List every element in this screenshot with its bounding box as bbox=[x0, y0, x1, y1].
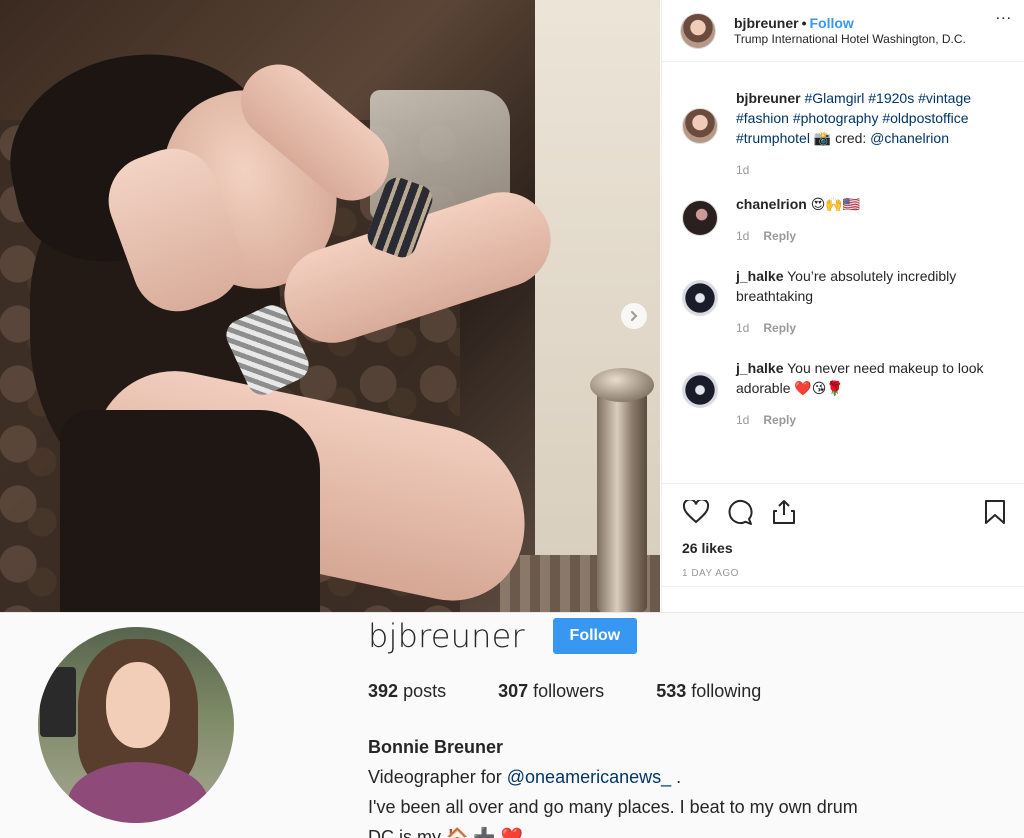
avatar-background-object bbox=[40, 667, 76, 737]
caption-username[interactable]: bjbreuner bbox=[736, 90, 801, 106]
posts-count: 392 bbox=[368, 681, 399, 701]
profile-full-name: Bonnie Breuner bbox=[368, 737, 504, 757]
bio-suffix: . bbox=[671, 767, 682, 787]
comment-time[interactable]: 1d bbox=[736, 229, 749, 243]
reply-button[interactable]: Reply bbox=[763, 413, 796, 427]
comment-time[interactable]: 1d bbox=[736, 321, 749, 335]
comment-username[interactable]: j_halke bbox=[736, 268, 783, 284]
avatar[interactable] bbox=[682, 372, 718, 408]
comment-icon[interactable] bbox=[726, 498, 754, 526]
followers-count: 307 bbox=[498, 681, 529, 701]
following-label: following bbox=[691, 681, 762, 701]
bio-line: DC is my 🏠 ➕ ❤️ bbox=[368, 827, 524, 838]
post-photo[interactable] bbox=[0, 0, 660, 612]
avatar[interactable] bbox=[682, 108, 718, 144]
likes-count[interactable]: 26 likes bbox=[682, 540, 1009, 556]
caption-meta: 1d bbox=[736, 160, 1008, 180]
followers-stat[interactable]: 307 followers bbox=[498, 681, 604, 702]
profile-bio: Bonnie Breuner Videographer for @oneamer… bbox=[368, 732, 858, 838]
bio-line: Videographer for @oneamericanews_ . bbox=[368, 762, 858, 792]
carousel-next-button[interactable] bbox=[621, 303, 647, 329]
comments-list: bjbreuner #Glamgirl #1920s #vintage #fas… bbox=[662, 62, 1024, 430]
comment-meta: 1d Reply bbox=[736, 226, 860, 246]
comment-text: chanelrion 😍🙌🇺🇸 bbox=[736, 194, 860, 214]
camera-emoji: 📸 bbox=[813, 130, 832, 146]
caption-text: bjbreuner #Glamgirl #1920s #vintage #fas… bbox=[736, 88, 1008, 148]
post-location[interactable]: Trump International Hotel Washington, D.… bbox=[734, 32, 966, 48]
post-header-text: bjbreuner • Follow Trump International Hot… bbox=[734, 14, 966, 48]
bio-mention-link[interactable]: @oneamericanews_ bbox=[507, 767, 671, 787]
action-row bbox=[682, 496, 1009, 528]
comment-meta: 1d Reply bbox=[736, 410, 1008, 430]
comment-item: j_halke You’re absolutely incredibly bre… bbox=[682, 266, 1008, 338]
photo-rail-cap bbox=[590, 368, 654, 402]
profile-info: bjbreuner Follow 392 posts 307 followers… bbox=[368, 613, 858, 838]
profile-username: bjbreuner bbox=[368, 617, 525, 655]
share-icon[interactable] bbox=[770, 498, 798, 526]
avatar[interactable] bbox=[682, 280, 718, 316]
comment-text: j_halke You never need makeup to look ad… bbox=[736, 358, 1008, 398]
post-actions: 26 likes 1 DAY AGO bbox=[662, 483, 1024, 579]
comment-time[interactable]: 1d bbox=[736, 413, 749, 427]
heart-icon[interactable] bbox=[682, 498, 710, 526]
comment-input-area[interactable] bbox=[662, 586, 1024, 612]
comment-meta: 1d Reply bbox=[736, 318, 1008, 338]
following-stat[interactable]: 533 following bbox=[656, 681, 761, 702]
more-dots-icon[interactable]: ... bbox=[996, 6, 1012, 24]
header-separator: • bbox=[801, 14, 807, 31]
reply-button[interactable]: Reply bbox=[763, 321, 796, 335]
reply-button[interactable]: Reply bbox=[763, 229, 796, 243]
following-count: 533 bbox=[656, 681, 687, 701]
header-line: bjbreuner • Follow bbox=[734, 14, 966, 32]
comment-item: chanelrion 😍🙌🇺🇸 1d Reply bbox=[682, 194, 1008, 246]
comment-body: j_halke You’re absolutely incredibly bre… bbox=[736, 266, 1008, 338]
avatar[interactable] bbox=[680, 12, 716, 49]
comment-text: j_halke You’re absolutely incredibly bre… bbox=[736, 266, 1008, 306]
bio-prefix: Videographer for bbox=[368, 767, 507, 787]
post-timestamp[interactable]: 1 DAY AGO bbox=[682, 568, 1009, 579]
comment-body: j_halke You never need makeup to look ad… bbox=[736, 358, 1008, 430]
bio-clip: Bonnie Breuner Videographer for @oneamer… bbox=[368, 732, 858, 838]
header-username[interactable]: bjbreuner bbox=[734, 15, 799, 31]
caption-time[interactable]: 1d bbox=[736, 163, 749, 177]
post-side-panel: bjbreuner • Follow Trump International Hot… bbox=[661, 0, 1024, 612]
caption-body: bjbreuner #Glamgirl #1920s #vintage #fas… bbox=[736, 88, 1008, 180]
posts-label: posts bbox=[403, 681, 447, 701]
comment-content: 😍🙌🇺🇸 bbox=[810, 196, 861, 212]
avatar[interactable] bbox=[682, 200, 718, 236]
bio-line: I've been all over and go many places. I… bbox=[368, 797, 858, 817]
bookmark-icon[interactable] bbox=[981, 498, 1009, 526]
caption: bjbreuner #Glamgirl #1920s #vintage #fas… bbox=[682, 88, 1008, 180]
profile-header: bjbreuner Follow 392 posts 307 followers… bbox=[0, 612, 1024, 838]
posts-stat: 392 posts bbox=[368, 681, 446, 702]
caption-cred: cred: bbox=[831, 130, 871, 146]
caption-mention[interactable]: @chanelrion bbox=[870, 130, 949, 146]
post-header: bjbreuner • Follow Trump International Hot… bbox=[662, 0, 1024, 62]
comment-body: chanelrion 😍🙌🇺🇸 1d Reply bbox=[736, 194, 860, 246]
photo-rail bbox=[597, 380, 647, 612]
comment-username[interactable]: chanelrion bbox=[736, 196, 807, 212]
chevron-right-icon bbox=[631, 311, 638, 321]
profile-stats: 392 posts 307 followers 533 following bbox=[368, 681, 858, 702]
avatar-face bbox=[106, 662, 170, 748]
comment-username[interactable]: j_halke bbox=[736, 360, 783, 376]
profile-avatar[interactable] bbox=[38, 627, 234, 823]
username-row: bjbreuner Follow bbox=[368, 613, 858, 659]
header-follow-button[interactable]: Follow bbox=[809, 15, 853, 31]
followers-label: followers bbox=[533, 681, 605, 701]
follow-button[interactable]: Follow bbox=[552, 618, 637, 654]
photo-top bbox=[60, 410, 320, 612]
comment-item: j_halke You never need makeup to look ad… bbox=[682, 358, 1008, 430]
